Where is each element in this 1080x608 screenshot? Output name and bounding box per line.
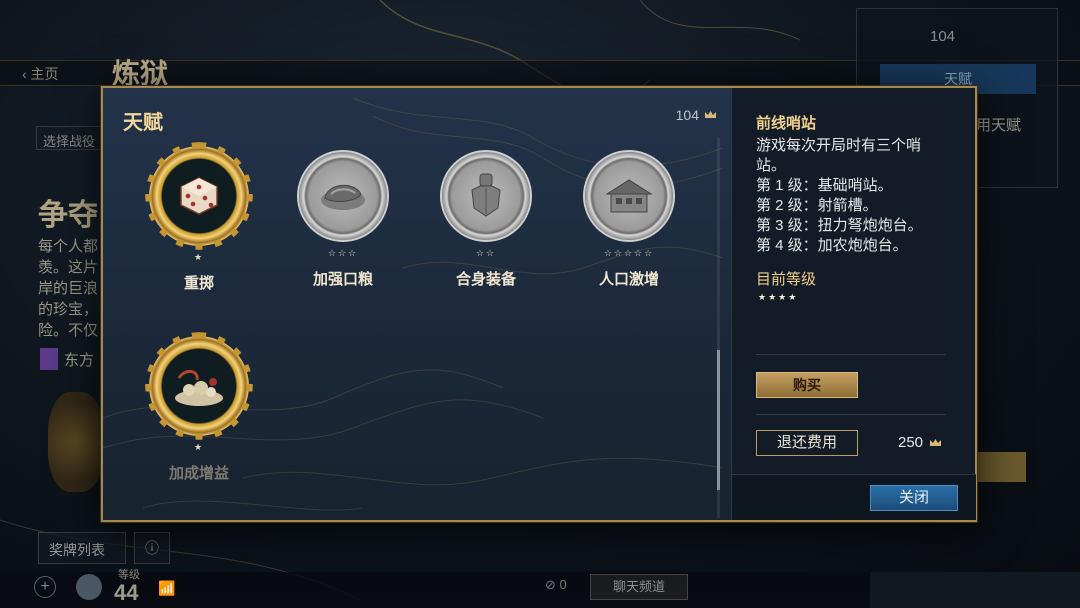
talent-strengthened-rations[interactable]: ☆☆☆ 加强口粮 xyxy=(283,146,403,289)
detail-description: 游戏每次开局时有三个哨 站。 第 1 级：基础哨站。 第 2 级：射箭槽。 第 … xyxy=(756,137,923,254)
medal-list-button: 奖牌列表 xyxy=(38,532,126,564)
refund-button[interactable]: 退还费用 xyxy=(756,430,858,456)
background-dropdown: 选择战役 xyxy=(36,126,106,150)
talent-name: 合身装备 xyxy=(455,271,516,288)
refund-amount: 250 xyxy=(898,434,924,451)
talent-medallion xyxy=(583,150,675,242)
level-value: 44 xyxy=(114,580,139,605)
talent-medallion xyxy=(440,150,532,242)
detail-title: 前线哨站 xyxy=(756,115,817,132)
talent-stars: ☆☆☆☆☆ xyxy=(603,248,655,258)
background-heading: 争夺 xyxy=(38,199,98,232)
divider xyxy=(756,354,946,355)
scrollbar-thumb[interactable] xyxy=(717,350,720,490)
crown-icon xyxy=(705,111,716,118)
house-icon xyxy=(605,179,653,213)
meat-icon xyxy=(321,184,365,210)
talent-name: 加强口粮 xyxy=(312,271,373,288)
add-icon: + xyxy=(34,576,56,598)
background-currency: 104 xyxy=(930,28,956,45)
talent-name: 加成增益 xyxy=(168,465,229,482)
talent-medallion xyxy=(297,150,389,242)
info-button: ⓘ xyxy=(134,532,170,564)
current-level-label: 目前等级 xyxy=(756,271,817,288)
crown-currency: 104 xyxy=(676,107,717,123)
chat-channel-button: 聊天频道 xyxy=(590,574,688,600)
talent-bonus-gain[interactable]: ★ 加成增益 xyxy=(139,336,259,483)
crown-icon xyxy=(930,438,942,446)
talent-reroll[interactable]: ★ 重掷 xyxy=(139,146,259,293)
close-button[interactable]: 关闭 xyxy=(870,485,958,511)
current-level-stars: ★★★★ xyxy=(758,292,799,302)
bottom-right-toolbar xyxy=(870,572,1080,608)
talent-list-pane: 天赋 104 ★ 重掷 ☆☆☆ 加强口粮 ☆☆ 合身装备 ☆☆☆☆☆ 人口激增 … xyxy=(103,88,731,520)
talent-fitted-armor[interactable]: ☆☆ 合身装备 xyxy=(426,146,546,289)
talent-dialog: 天赋 104 ★ 重掷 ☆☆☆ 加强口粮 ☆☆ 合身装备 ☆☆☆☆☆ 人口激增 … xyxy=(101,86,977,522)
faction-emblem-icon xyxy=(48,392,104,492)
currency-amount: 104 xyxy=(675,107,699,123)
back-link: ‹ 主页 xyxy=(22,66,59,82)
buy-button[interactable]: 购买 xyxy=(756,372,858,398)
talent-stars: ★ xyxy=(193,442,205,452)
dice-icon xyxy=(180,177,218,215)
refund-cost: 250 xyxy=(898,434,942,451)
avatar xyxy=(76,574,102,600)
background-right-text: 用天赋 xyxy=(976,117,1022,134)
talent-population-boom[interactable]: ☆☆☆☆☆ 人口激增 xyxy=(569,146,689,289)
dialog-footer: 关闭 xyxy=(732,474,976,520)
talent-detail-pane: 前线哨站 游戏每次开局时有三个哨 站。 第 1 级：基础哨站。 第 2 级：射箭… xyxy=(731,88,976,520)
talent-stars: ☆☆ xyxy=(475,248,497,258)
dialog-title: 天赋 xyxy=(123,112,163,134)
wifi-icon: 📶 xyxy=(158,580,176,596)
treasure-icon xyxy=(175,370,223,406)
talent-medallion xyxy=(149,146,249,246)
armor-icon xyxy=(471,173,501,217)
talent-stars: ☆☆☆ xyxy=(327,248,359,258)
talent-stars: ★ xyxy=(193,252,205,262)
talent-name: 人口激增 xyxy=(598,271,659,288)
talent-name: 重掷 xyxy=(183,275,214,292)
chat-count: ⊘ 0 xyxy=(545,577,567,592)
divider xyxy=(756,414,946,415)
background-faction: 东方 xyxy=(40,348,94,370)
talent-medallion xyxy=(149,336,249,436)
background-paragraph: 每个人都 羡。这片 岸的巨浪 的珍宝， 险。不仅 xyxy=(38,238,99,339)
faction-flag-icon xyxy=(40,348,58,370)
